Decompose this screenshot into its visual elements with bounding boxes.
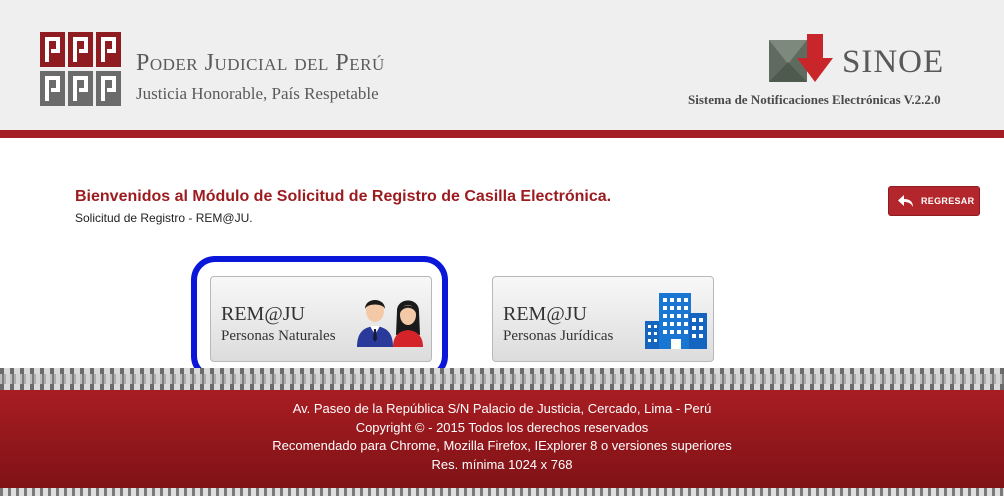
option-personas-juridicas[interactable]: REM@JU Personas Jurídicas xyxy=(492,276,714,362)
footer: Av. Paseo de la República S/N Palacio de… xyxy=(0,390,1004,490)
people-icon xyxy=(357,300,423,347)
footer-copyright: Copyright © - 2015 Todos los derechos re… xyxy=(355,420,649,435)
sinoe-envelope-icon xyxy=(769,34,833,82)
header: Poder Judicial del Perú Justicia Honorab… xyxy=(0,0,1004,130)
poder-judicial-logo xyxy=(40,32,121,106)
back-button-label: REGRESAR xyxy=(921,196,975,206)
sinoe-title: SINOE xyxy=(842,44,945,80)
undo-arrow-icon xyxy=(898,195,913,207)
building-icon xyxy=(645,293,707,349)
option-personas-naturales[interactable]: REM@JU Personas Naturales xyxy=(210,276,432,362)
option-subtitle: Personas Naturales xyxy=(221,328,336,344)
bottom-pattern-strip xyxy=(0,488,1004,496)
page-title: Bienvenidos al Módulo de Solicitud de Re… xyxy=(75,188,612,205)
sinoe-subtitle: Sistema de Notificaciones Electrónicas V… xyxy=(688,92,941,107)
page-subtitle: Solicitud de Registro - REM@JU. xyxy=(75,211,253,225)
decorative-pattern-overlay xyxy=(0,374,1004,384)
brand-subtitle: Justicia Honorable, País Respetable xyxy=(136,84,379,103)
footer-address: Av. Paseo de la República S/N Palacio de… xyxy=(292,401,712,416)
header-divider xyxy=(0,130,1004,138)
option-subtitle: Personas Jurídicas xyxy=(503,328,614,344)
footer-recommendation: Recomendado para Chrome, Mozilla Firefox… xyxy=(272,438,732,453)
back-button[interactable]: REGRESAR xyxy=(888,186,980,216)
footer-resolution: Res. mínima 1024 x 768 xyxy=(431,457,573,472)
option-title: REM@JU xyxy=(503,303,587,325)
option-title: REM@JU xyxy=(221,303,305,325)
brand-title: Poder Judicial del Perú xyxy=(136,50,385,76)
